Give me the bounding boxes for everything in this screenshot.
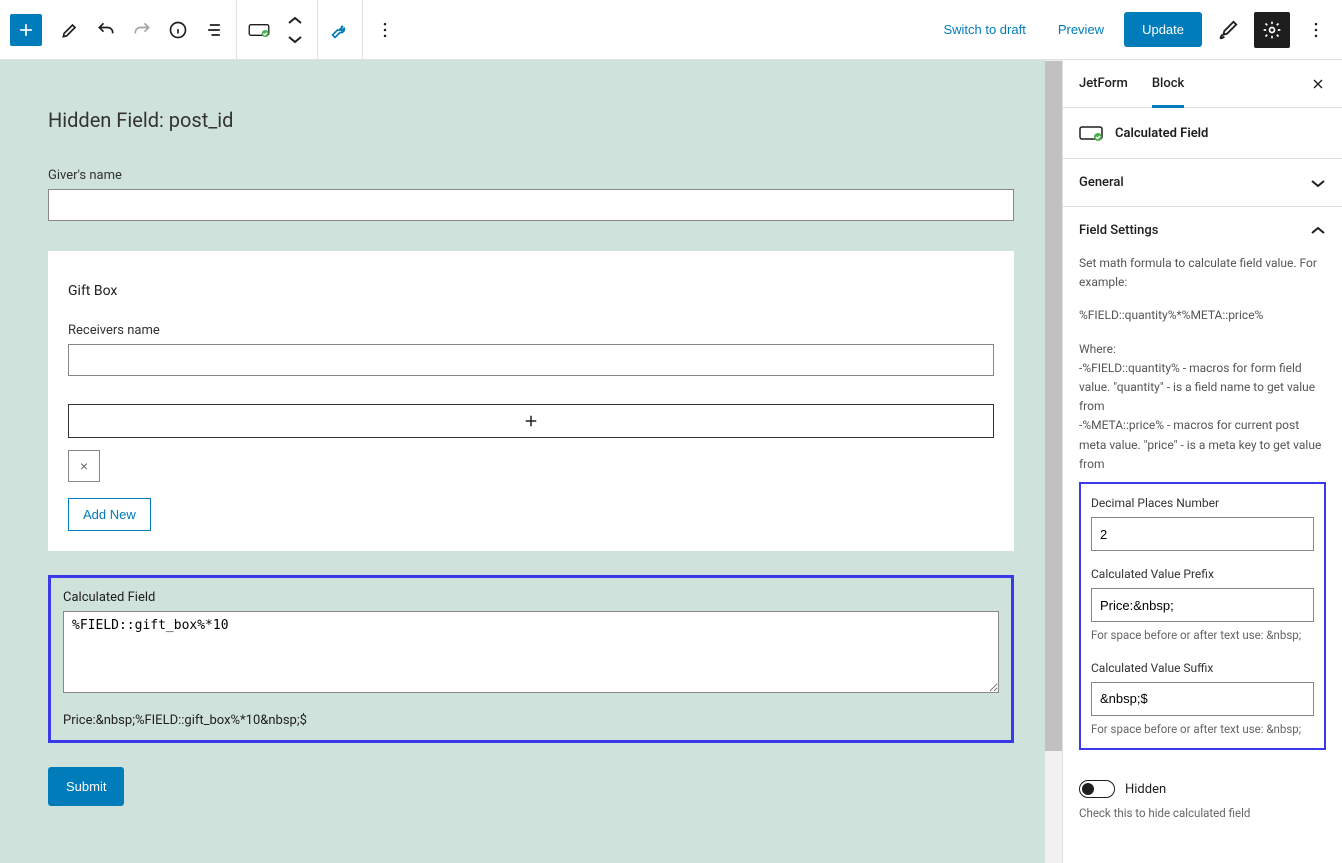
tools-button[interactable] (322, 12, 358, 48)
submit-button[interactable]: Submit (48, 767, 124, 806)
toolbar-divider (236, 0, 237, 60)
plus-icon (16, 20, 36, 40)
pencil-icon (60, 20, 80, 40)
panel-general-toggle[interactable]: General (1063, 159, 1342, 206)
add-block-toggle[interactable] (10, 14, 42, 46)
hidden-toggle[interactable] (1079, 780, 1115, 798)
toolbar-divider (317, 0, 318, 60)
chevron-down-icon (287, 34, 303, 44)
styles-button[interactable] (1210, 12, 1246, 48)
hidden-field-block-title[interactable]: Hidden Field: post_id (48, 108, 1014, 132)
calculated-field-preview: Price:&nbsp;%FIELD::gift_box%*10&nbsp;$ (63, 713, 999, 728)
calculated-field-formula-input[interactable] (63, 611, 999, 693)
tab-jetform[interactable]: JetForm (1079, 76, 1128, 108)
givers-name-input[interactable] (48, 189, 1014, 221)
gear-icon (1262, 20, 1282, 40)
info-button[interactable] (160, 12, 196, 48)
move-arrows (277, 12, 313, 48)
prefix-group: Calculated Value Prefix For space before… (1091, 565, 1314, 645)
undo-icon (96, 20, 116, 40)
calculated-field-icon (1079, 124, 1103, 142)
main-region: Hidden Field: post_id Giver's name Gift … (0, 60, 1342, 863)
hidden-toggle-row: Hidden (1063, 766, 1342, 802)
close-sidebar-button[interactable] (1310, 76, 1326, 92)
scrollbar-thumb[interactable] (1045, 61, 1062, 752)
hidden-toggle-help: Check this to hide calculated field (1063, 802, 1342, 834)
chevron-up-icon (287, 16, 303, 26)
form-block-icon (248, 22, 270, 38)
more-menu-button[interactable] (1298, 12, 1334, 48)
add-inner-block-button[interactable] (68, 404, 994, 438)
update-button[interactable]: Update (1124, 12, 1202, 47)
calculated-field-block[interactable]: Calculated Field Price:&nbsp;%FIELD::gif… (48, 575, 1014, 743)
info-icon (168, 20, 188, 40)
outline-button[interactable] (196, 12, 232, 48)
sidebar-tabs: JetForm Block (1063, 60, 1342, 108)
panel-field-settings-toggle[interactable]: Field Settings (1063, 207, 1342, 254)
settings-sidebar: JetForm Block Calculated Field General F… (1062, 60, 1342, 863)
panel-general-label: General (1079, 175, 1124, 190)
redo-button[interactable] (124, 12, 160, 48)
wrench-icon (330, 20, 350, 40)
receivers-name-label: Receivers name (68, 323, 994, 338)
gift-box-title: Gift Box (68, 271, 994, 299)
remove-item-button[interactable]: × (68, 450, 100, 482)
move-down-button[interactable] (277, 30, 313, 48)
block-header: Calculated Field (1063, 108, 1342, 159)
panel-general: General (1063, 159, 1342, 207)
panel-field-settings-body: Set math formula to calculate field valu… (1063, 254, 1342, 766)
tab-block[interactable]: Block (1152, 76, 1184, 108)
help-text-intro: Set math formula to calculate field valu… (1079, 254, 1326, 292)
gift-box-block[interactable]: Gift Box Receivers name × Add New (48, 251, 1014, 551)
prefix-input[interactable] (1091, 588, 1314, 622)
edit-mode-button[interactable] (52, 12, 88, 48)
help-text-meta-macro: -%META::price% - macros for current post… (1079, 416, 1326, 474)
more-vertical-icon (375, 20, 395, 40)
block-header-title: Calculated Field (1115, 126, 1208, 141)
help-text-field-macro: -%FIELD::quantity% - macros for form fie… (1079, 359, 1326, 417)
panel-field-settings-label: Field Settings (1079, 223, 1158, 238)
givers-name-label: Giver's name (48, 168, 1014, 183)
chevron-up-icon (1310, 226, 1326, 236)
preview-button[interactable]: Preview (1046, 14, 1116, 45)
panel-field-settings: Field Settings Set math formula to calcu… (1063, 207, 1342, 834)
close-icon (1310, 76, 1326, 92)
prefix-label: Calculated Value Prefix (1091, 565, 1314, 584)
switch-to-draft-button[interactable]: Switch to draft (931, 14, 1037, 45)
move-up-button[interactable] (277, 12, 313, 30)
decimal-places-group: Decimal Places Number (1091, 494, 1314, 551)
canvas-wrapper: Hidden Field: post_id Giver's name Gift … (0, 60, 1062, 863)
form-block-button[interactable] (241, 12, 277, 48)
help-text-where: Where: (1079, 340, 1326, 359)
receivers-name-input[interactable] (68, 344, 994, 376)
toggle-knob (1082, 783, 1094, 795)
suffix-group: Calculated Value Suffix For space before… (1091, 659, 1314, 739)
list-icon (204, 20, 224, 40)
toolbar-divider (362, 0, 363, 60)
settings-button[interactable] (1254, 12, 1290, 48)
calculated-field-label: Calculated Field (63, 590, 999, 605)
toolbar-left (0, 0, 403, 59)
chevron-down-icon (1310, 178, 1326, 188)
add-new-button[interactable]: Add New (68, 498, 151, 531)
suffix-help: For space before or after text use: &nbs… (1091, 720, 1314, 738)
suffix-input[interactable] (1091, 682, 1314, 716)
hidden-toggle-label: Hidden (1125, 782, 1166, 797)
decimal-places-input[interactable] (1091, 517, 1314, 551)
suffix-label: Calculated Value Suffix (1091, 659, 1314, 678)
prefix-help: For space before or after text use: &nbs… (1091, 626, 1314, 644)
plus-icon (522, 412, 540, 430)
editor-canvas[interactable]: Hidden Field: post_id Giver's name Gift … (0, 60, 1062, 863)
help-text-formula: %FIELD::quantity%*%META::price% (1079, 306, 1326, 325)
brush-icon (1217, 19, 1239, 41)
more-vertical-icon (1306, 20, 1326, 40)
top-toolbar: Switch to draft Preview Update (0, 0, 1342, 60)
more-options-button[interactable] (367, 12, 403, 48)
undo-button[interactable] (88, 12, 124, 48)
scrollbar-track[interactable] (1045, 60, 1062, 863)
decimal-places-label: Decimal Places Number (1091, 494, 1314, 513)
toolbar-right: Switch to draft Preview Update (931, 12, 1342, 48)
redo-icon (132, 20, 152, 40)
highlighted-settings-box: Decimal Places Number Calculated Value P… (1079, 482, 1326, 750)
